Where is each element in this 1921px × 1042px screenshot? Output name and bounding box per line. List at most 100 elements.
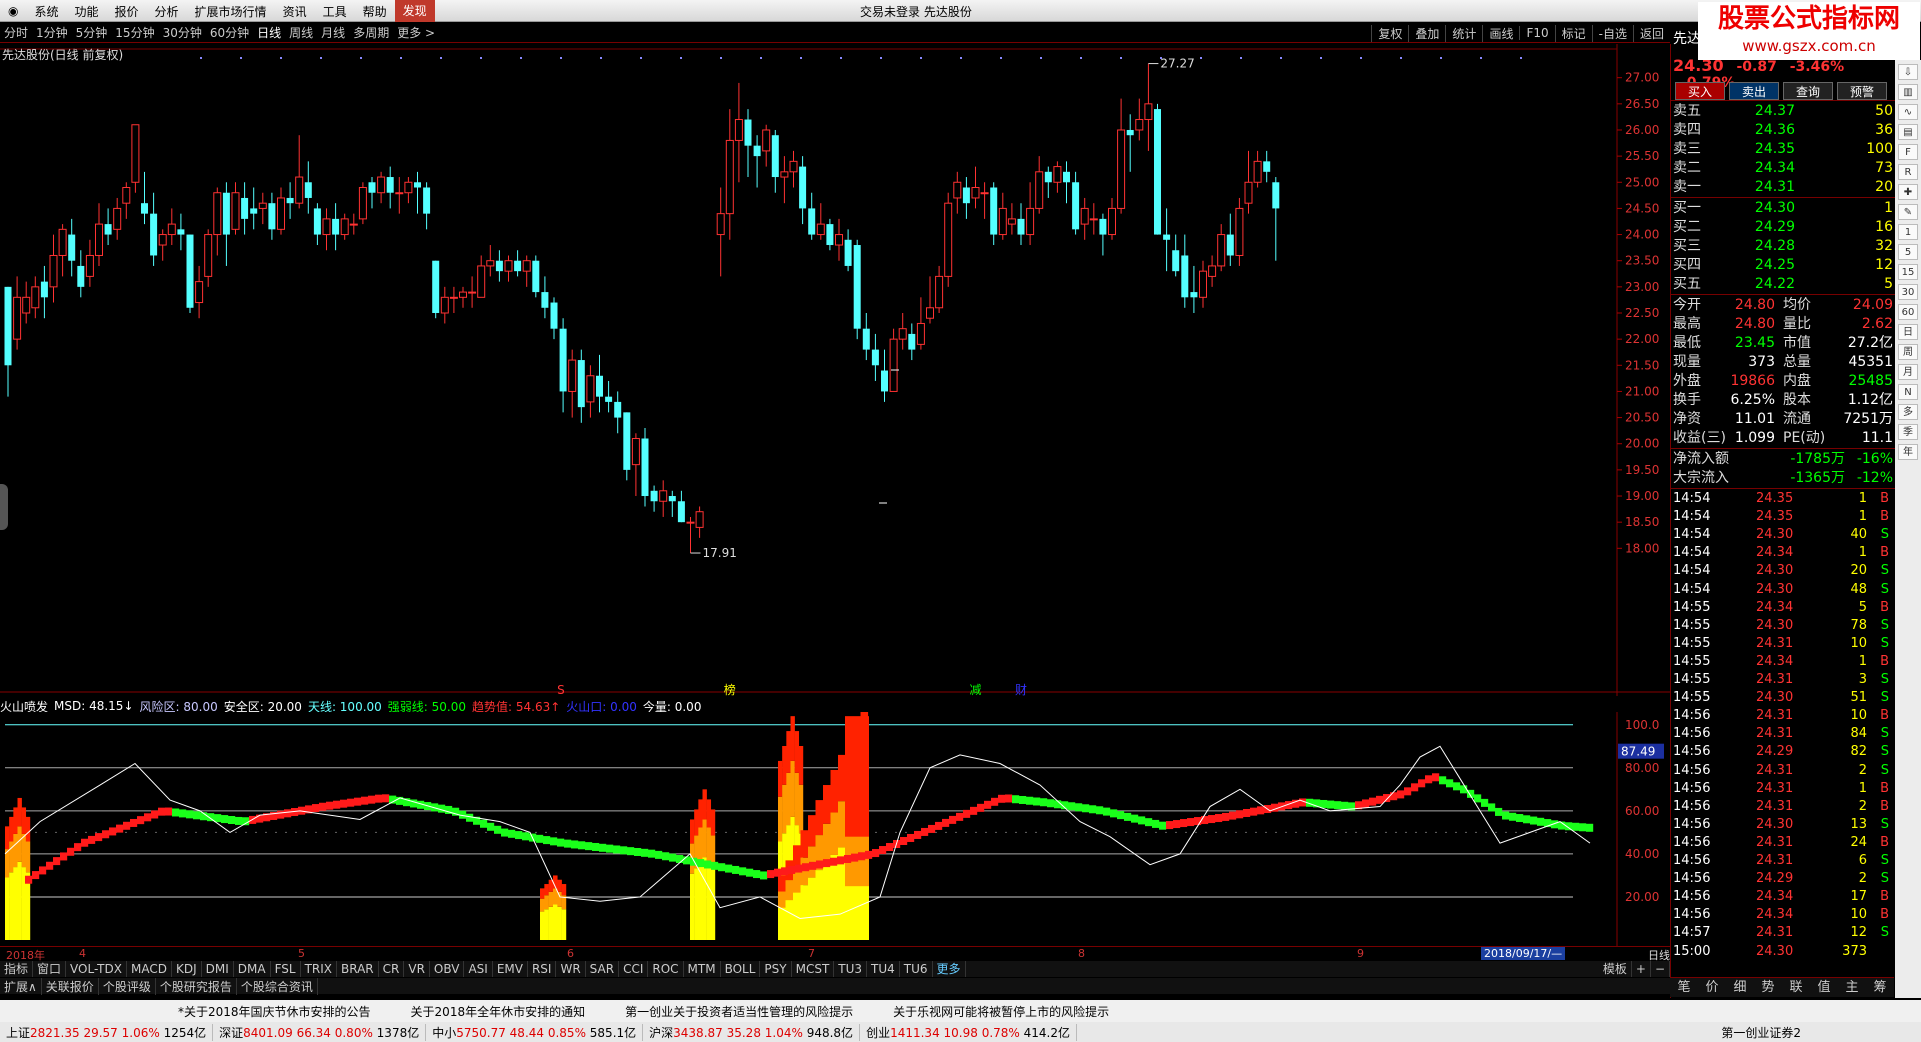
quote-bottom-tab[interactable]: 笔 [1670,978,1698,997]
news-item[interactable]: 关于2018年全年休市安排的通知 [411,1003,586,1020]
indicator-tab[interactable]: 更多 [933,961,966,977]
extension-tab[interactable]: 个股综合资讯 [237,977,318,995]
extension-tab[interactable]: 关联报价 [42,977,99,995]
tool-restore-rights[interactable]: 复权 [1371,24,1408,42]
news-item[interactable]: 关于乐视网可能将被暂停上市的风险提示 [893,1003,1109,1020]
menu-tools[interactable]: 工具 [315,3,355,20]
indicator-tab[interactable]: DMI [202,961,234,977]
indicator-tab[interactable]: PSY [760,961,792,977]
period-60min[interactable]: 60分钟 [206,24,253,41]
period-shortcut[interactable]: 1 [1898,224,1918,240]
indicator-tab[interactable]: TU6 [900,961,933,977]
period-shortcut[interactable]: 多 [1898,404,1918,420]
buy-button[interactable]: 买入 [1675,82,1725,100]
plus-icon[interactable]: ✚ [1898,184,1918,200]
alert-button[interactable]: 预警 [1837,82,1887,100]
period-shortcut[interactable]: 月 [1898,364,1918,380]
indicator-tab[interactable]: MCST [792,961,835,977]
app-logo-icon[interactable]: ◉ [0,4,26,18]
quote-bottom-tab[interactable]: 值 [1810,978,1838,997]
query-button[interactable]: 查询 [1783,82,1833,100]
index-quote[interactable]: 中小5750.77 48.44 0.85% 585.1亿 [426,1023,644,1041]
arrow-icon[interactable]: ⇩ [1898,64,1918,80]
period-shortcut[interactable]: 5 [1898,244,1918,260]
period-daily[interactable]: 日线 [253,24,285,41]
index-quote[interactable]: 创业1411.34 10.98 0.78% 414.2亿 [860,1023,1077,1041]
tool-mark[interactable]: 标记 [1554,24,1592,42]
menu-discover[interactable]: 发现 [394,0,435,22]
tool-back[interactable]: 返回 [1632,24,1670,42]
period-shortcut[interactable]: 60 [1898,304,1918,320]
index-quote[interactable]: 沪深3438.87 35.28 1.04% 948.8亿 [643,1023,861,1041]
period-more[interactable]: 更多 > [393,24,439,41]
extension-tab[interactable]: 个股评级 [99,977,156,995]
extension-tab[interactable]: 扩展∧ [0,977,42,995]
indicator-tab[interactable]: ROC [648,961,684,977]
indicator-tab[interactable]: KDJ [172,961,202,977]
quote-bottom-tab[interactable]: 势 [1754,978,1782,997]
indicator-tab[interactable]: VR [404,961,430,977]
tool-f10[interactable]: F10 [1519,26,1554,40]
tool-stats[interactable]: 统计 [1445,24,1482,42]
tool-draw[interactable]: 画线 [1482,24,1519,42]
template-control[interactable]: 模板 [1599,961,1632,977]
rsi-icon[interactable]: R [1898,164,1918,180]
indicator-tab[interactable]: BRAR [337,961,379,977]
period-monthly[interactable]: 月线 [317,24,349,41]
menu-info[interactable]: 资讯 [275,3,315,20]
news-item[interactable]: *关于2018年国庆节休市安排的公告 [178,1003,371,1020]
indicator-tab[interactable]: 窗口 [33,961,67,977]
quote-bottom-tab[interactable]: 细 [1726,978,1754,997]
indicator-tab[interactable]: TU3 [834,961,868,977]
period-shortcut[interactable]: 15 [1898,264,1918,280]
side-collapse-handle[interactable] [0,484,8,530]
period-intraday[interactable]: 分时 [0,24,32,41]
indicator-tab[interactable]: FSL [271,961,301,977]
period-30min[interactable]: 30分钟 [159,24,206,41]
quote-bottom-tab[interactable]: 联 [1782,978,1810,997]
volcano-indicator-chart[interactable]: 100.0 80.00 60.00 40.00 20.00 87.49 [0,712,1670,946]
indicator-tab[interactable]: EMV [493,961,528,977]
indicator-tab[interactable]: CCI [619,961,649,977]
menu-quote[interactable]: 报价 [107,3,147,20]
period-shortcut[interactable]: 周 [1898,344,1918,360]
pen-icon[interactable]: ✎ [1898,204,1918,220]
indicator-tab[interactable]: RSI [528,961,557,977]
template-control[interactable]: − [1651,961,1670,977]
period-shortcut[interactable]: 季 [1898,424,1918,440]
news-item[interactable]: 第一创业关于投资者适当性管理的风险提示 [625,1003,853,1020]
menu-help[interactable]: 帮助 [355,3,395,20]
quote-bottom-tab[interactable]: 主 [1838,978,1866,997]
indicator-tab[interactable]: OBV [430,961,465,977]
sell-button[interactable]: 卖出 [1729,82,1779,100]
index-quote[interactable]: 上证2821.35 29.57 1.06% 1254亿 [0,1023,214,1041]
kline-icon[interactable]: ▥ [1898,84,1918,100]
menu-function[interactable]: 功能 [67,3,107,20]
indicator-tab[interactable]: TU4 [867,961,900,977]
period-weekly[interactable]: 周线 [285,24,317,41]
period-shortcut[interactable]: N [1898,384,1918,400]
trend-icon[interactable]: ∿ [1898,104,1918,120]
indicator-tab[interactable]: TRIX [301,961,337,977]
indicator-tab[interactable]: BOLL [721,961,761,977]
indicator-tab[interactable]: SAR [586,961,620,977]
template-control[interactable]: + [1632,961,1651,977]
period-5min[interactable]: 5分钟 [72,24,112,41]
period-shortcut[interactable]: 年 [1898,444,1918,460]
tick-icon[interactable]: ▤ [1898,124,1918,140]
quote-bottom-tab[interactable]: 筹 [1866,978,1894,997]
indicator-tab[interactable]: 指标 [0,961,34,977]
period-multi[interactable]: 多周期 [349,24,393,41]
tool-watchlist[interactable]: -自选 [1591,24,1633,42]
quote-bottom-tab[interactable]: 价 [1698,978,1726,997]
f10-icon[interactable]: F [1898,144,1918,160]
indicator-tab[interactable]: ASI [464,961,493,977]
index-quote[interactable]: 深证8401.09 66.34 0.80% 1378亿 [213,1023,427,1041]
extension-tab[interactable]: 个股研究报告 [156,977,237,995]
indicator-tab[interactable]: MACD [127,961,172,977]
tool-overlay[interactable]: 叠加 [1408,24,1445,42]
menu-ext-market[interactable]: 扩展市场行情 [187,3,275,20]
menu-analysis[interactable]: 分析 [147,3,187,20]
period-1min[interactable]: 1分钟 [32,24,72,41]
indicator-tab[interactable]: MTM [684,961,721,977]
